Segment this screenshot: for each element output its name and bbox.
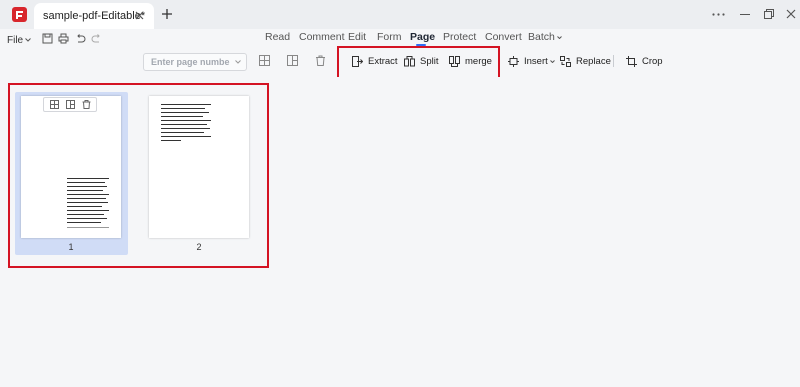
menu-batch-label: Batch <box>528 31 555 43</box>
undo-icon[interactable] <box>75 33 86 44</box>
page-grid-icon[interactable] <box>287 55 298 66</box>
close-window-icon[interactable] <box>786 9 796 19</box>
menu-edit[interactable]: Edit <box>348 31 366 43</box>
crop-label: Crop <box>642 55 663 67</box>
chevron-down-icon <box>557 35 562 39</box>
menu-read[interactable]: Read <box>265 31 290 43</box>
save-icon[interactable] <box>42 33 53 44</box>
menu-batch[interactable]: Batch <box>528 31 562 43</box>
tab-title: sample-pdf-Editable* <box>43 10 146 22</box>
crop-button[interactable]: Crop <box>626 55 663 67</box>
print-icon[interactable] <box>58 33 69 44</box>
new-tab-icon[interactable] <box>161 8 173 20</box>
redo-icon[interactable] <box>91 33 102 44</box>
menu-convert[interactable]: Convert <box>485 31 522 43</box>
chevron-down-icon <box>549 59 555 63</box>
replace-button[interactable]: Replace <box>560 55 611 67</box>
file-menu[interactable]: File <box>7 33 31 47</box>
replace-icon <box>560 55 571 67</box>
chevron-down-icon[interactable] <box>235 60 241 64</box>
delete-page-icon[interactable] <box>315 55 326 66</box>
toolbar-divider <box>613 55 614 67</box>
menu-form[interactable]: Form <box>377 31 402 43</box>
page-layout-icon[interactable] <box>259 55 270 66</box>
replace-label: Replace <box>576 55 611 67</box>
crop-icon <box>626 55 637 67</box>
more-options-icon[interactable] <box>712 13 725 16</box>
insert-icon <box>508 55 519 67</box>
insert-label: Insert <box>524 55 548 67</box>
restore-icon[interactable] <box>764 9 774 19</box>
app-logo-icon <box>11 6 28 23</box>
chevron-down-icon <box>25 38 31 42</box>
thumbnail-highlight-box <box>8 83 269 268</box>
insert-button[interactable]: Insert <box>508 55 555 67</box>
page-number-input[interactable] <box>144 54 230 70</box>
close-tab-icon[interactable] <box>135 11 144 20</box>
minimize-icon[interactable] <box>740 14 750 15</box>
menu-page[interactable]: Page <box>410 31 435 43</box>
title-bar: sample-pdf-Editable* <box>0 0 800 29</box>
menu-comment[interactable]: Comment <box>299 31 345 43</box>
page-number-field[interactable] <box>143 53 247 71</box>
file-menu-label: File <box>7 34 24 46</box>
menu-protect[interactable]: Protect <box>443 31 476 43</box>
document-tab[interactable]: sample-pdf-Editable* <box>34 3 154 29</box>
